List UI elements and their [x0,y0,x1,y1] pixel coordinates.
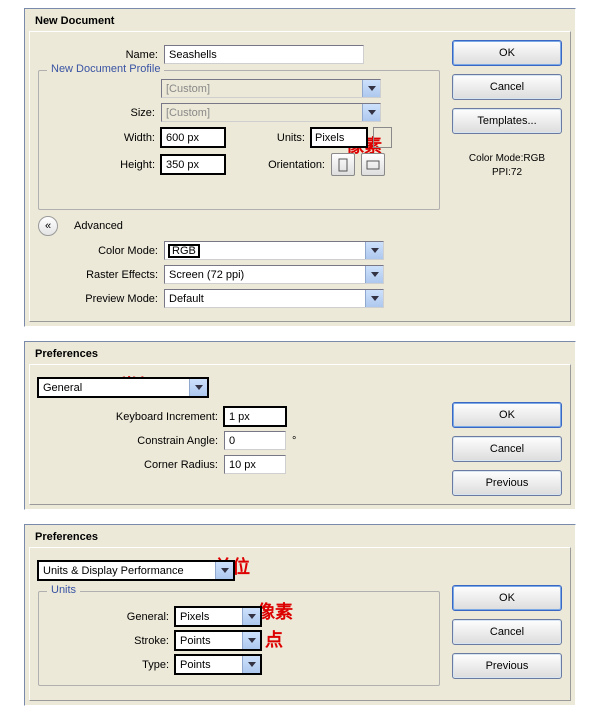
ok-button[interactable]: OK [452,40,562,66]
chevron-down-icon [242,656,260,673]
color-mode-select[interactable]: RGB [164,241,384,260]
dialog-title: Preferences [25,525,575,547]
general-units-label: General: [49,611,169,623]
units-select[interactable] [311,128,367,147]
preferences-section-select[interactable] [38,378,208,397]
profile-legend: New Document Profile [47,63,164,75]
units-legend: Units [47,584,80,596]
chevron-down-icon [365,266,383,283]
chevron-down-icon [365,290,383,307]
stroke-units-select[interactable] [175,631,261,650]
cancel-button[interactable]: Cancel [452,619,562,645]
corner-radius-label: Corner Radius: [38,459,218,471]
general-units-select[interactable] [175,607,261,626]
chevron-down-icon [189,379,207,396]
new-document-dialog: New Document 像素 Name: New Document Profi… [24,8,576,327]
chevron-down-icon [215,562,233,579]
name-input[interactable] [164,45,364,64]
chevron-down-icon [242,608,260,625]
previous-button[interactable]: Previous [452,653,562,679]
preferences-general-dialog: Preferences 常规 Keyboard Increment: Const… [24,341,576,510]
dialog-title: Preferences [25,342,575,364]
preferences-section-select[interactable] [38,561,234,580]
width-label: Width: [49,132,155,144]
orientation-landscape-button[interactable] [361,153,385,176]
constrain-angle-input[interactable] [224,431,286,450]
stroke-units-label: Stroke: [49,635,169,647]
corner-radius-input[interactable] [224,455,286,474]
chevron-down-icon[interactable] [373,127,392,148]
preview-mode-select[interactable] [164,289,384,308]
chevron-down-icon [362,104,380,121]
previous-button[interactable]: Previous [452,470,562,496]
ok-button[interactable]: OK [452,402,562,428]
constrain-angle-label: Constrain Angle: [38,435,218,447]
ok-button[interactable]: OK [452,585,562,611]
size-label: Size: [49,107,155,119]
type-units-label: Type: [49,659,169,671]
raster-effects-label: Raster Effects: [38,269,158,281]
chevron-down-icon [242,632,260,649]
height-label: Height: [49,159,155,171]
templates-button[interactable]: Templates... [452,108,562,134]
info-text: Color Mode:RGB PPI:72 [452,152,562,180]
advanced-toggle[interactable]: « [38,216,58,236]
cancel-button[interactable]: Cancel [452,436,562,462]
chevron-down-icon [362,80,380,97]
orientation-portrait-button[interactable] [331,153,355,176]
height-input[interactable] [161,155,225,174]
color-mode-label: Color Mode: [38,245,158,257]
advanced-label: Advanced [74,220,123,232]
cancel-button[interactable]: Cancel [452,74,562,100]
dialog-title: New Document [25,9,575,31]
profile-select[interactable] [161,79,381,98]
name-label: Name: [38,49,158,61]
preview-mode-label: Preview Mode: [38,293,158,305]
keyboard-increment-input[interactable] [224,407,286,426]
type-units-select[interactable] [175,655,261,674]
width-input[interactable] [161,128,225,147]
units-label: Units: [249,132,305,144]
size-select[interactable] [161,103,381,122]
keyboard-increment-label: Keyboard Increment: [38,411,218,423]
chevron-down-icon [365,242,383,259]
degree-symbol: ° [292,435,296,447]
orientation-label: Orientation: [249,159,325,171]
preferences-units-dialog: Preferences 单位 Units 像素 点 General: [24,524,576,706]
raster-effects-select[interactable] [164,265,384,284]
